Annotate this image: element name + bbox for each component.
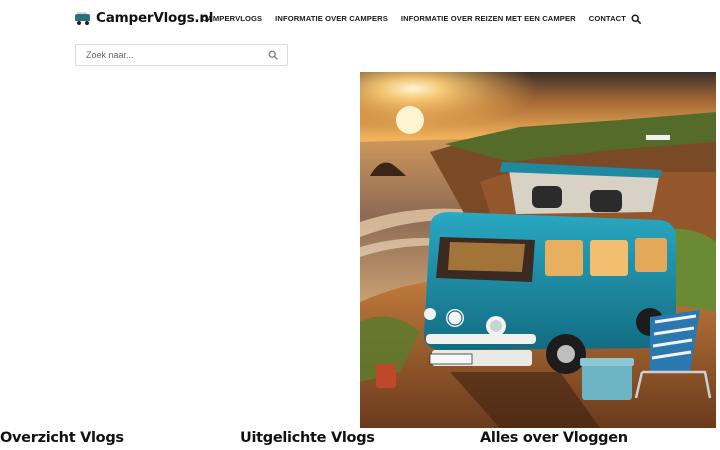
campervan-logo-icon <box>75 12 90 25</box>
main-navigation: CAMPERVLOGS INFORMATIE OVER CAMPERS INFO… <box>202 14 626 23</box>
nav-item-reizen-met-camper[interactable]: INFORMATIE OVER REIZEN MET EEN CAMPER <box>401 14 576 23</box>
section-title-uitgelichte-vlogs[interactable]: Uitgelichte Vlogs <box>240 430 375 446</box>
section-columns: Overzicht Vlogs Uitgelichte Vlogs Alles … <box>0 428 720 450</box>
search-icon[interactable] <box>631 14 641 24</box>
section-title-alles-over-vloggen[interactable]: Alles over Vloggen <box>480 430 628 446</box>
search-submit-icon[interactable] <box>268 50 278 60</box>
hero-image <box>360 72 716 428</box>
nav-item-contact[interactable]: CONTACT <box>589 14 626 23</box>
site-logo[interactable]: CamperVlogs.nl <box>75 10 213 26</box>
search-input[interactable] <box>76 45 266 65</box>
site-name: CamperVlogs.nl <box>96 10 214 26</box>
nav-item-campervlogs[interactable]: CAMPERVLOGS <box>202 14 262 23</box>
site-header: CamperVlogs.nl CAMPERVLOGS INFORMATIE OV… <box>0 0 720 38</box>
search-form <box>75 44 288 66</box>
section-title-overzicht-vlogs[interactable]: Overzicht Vlogs <box>0 430 124 446</box>
nav-item-informatie-over-campers[interactable]: INFORMATIE OVER CAMPERS <box>275 14 388 23</box>
